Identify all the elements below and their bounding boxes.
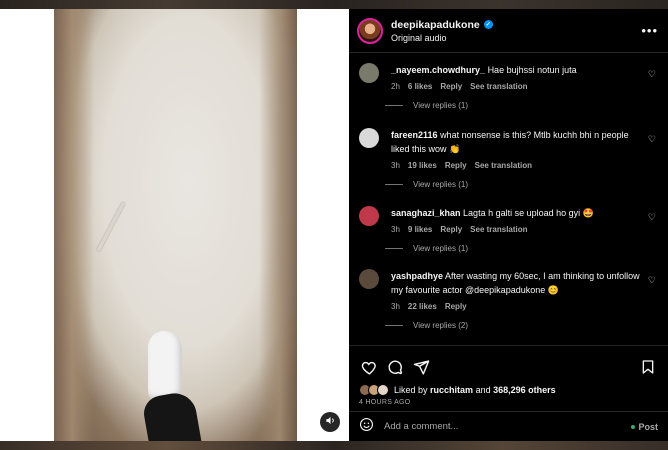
likes-summary: Liked by rucchitam and 368,296 others bbox=[359, 384, 658, 396]
background-collage-top bbox=[0, 0, 668, 9]
post-header: deepikapadukone ✓ Original audio ••• bbox=[349, 9, 668, 53]
comment-text: Lagta h galti se upload ho gyi 🤩 bbox=[463, 208, 594, 218]
comment-username[interactable]: fareen2116 bbox=[391, 130, 438, 140]
comment-age: 3h bbox=[391, 225, 400, 234]
post-modal: deepikapadukone ✓ Original audio ••• _na… bbox=[0, 9, 668, 441]
view-replies-button[interactable]: View replies (1) bbox=[385, 101, 662, 110]
like-comment-heart-icon[interactable]: ♡ bbox=[648, 69, 656, 80]
comment-age: 3h bbox=[391, 161, 400, 170]
likes-prefix: Liked by bbox=[394, 385, 428, 395]
view-replies-label: View replies (1) bbox=[413, 180, 468, 189]
liker-avatars bbox=[359, 384, 389, 396]
commenter-avatar[interactable] bbox=[359, 269, 379, 289]
see-translation-button[interactable]: See translation bbox=[475, 161, 532, 170]
comment-likes[interactable]: 22 likes bbox=[408, 302, 437, 311]
liker-username[interactable]: rucchitam bbox=[430, 385, 473, 395]
like-heart-icon[interactable] bbox=[359, 357, 379, 377]
comment-likes[interactable]: 19 likes bbox=[408, 161, 437, 170]
post-actions: Liked by rucchitam and 368,296 others 4 … bbox=[349, 345, 668, 406]
like-comment-heart-icon[interactable]: ♡ bbox=[648, 275, 656, 286]
comment-item: fareen2116 what nonsense is this? Mtlb k… bbox=[359, 128, 662, 189]
background-collage-bottom bbox=[0, 441, 668, 450]
likes-and: and bbox=[475, 385, 491, 395]
comment-username[interactable]: sanaghazi_khan bbox=[391, 208, 461, 218]
emoji-icon[interactable] bbox=[359, 417, 374, 437]
post-side-panel: deepikapadukone ✓ Original audio ••• _na… bbox=[349, 9, 668, 441]
reply-button[interactable]: Reply bbox=[445, 161, 467, 170]
reel-video[interactable] bbox=[54, 9, 297, 441]
view-replies-label: View replies (1) bbox=[413, 244, 468, 253]
reply-button[interactable]: Reply bbox=[440, 82, 462, 91]
more-options-icon[interactable]: ••• bbox=[641, 23, 658, 38]
comment-item: _nayeem.chowdhury_ Hae bujhssi notun jut… bbox=[359, 63, 662, 110]
post-label: Post bbox=[638, 421, 658, 432]
commenter-avatar[interactable] bbox=[359, 63, 379, 83]
view-replies-button[interactable]: View replies (1) bbox=[385, 180, 662, 189]
commenter-avatar[interactable] bbox=[359, 206, 379, 226]
author-avatar[interactable] bbox=[357, 17, 383, 44]
save-bookmark-icon[interactable] bbox=[638, 357, 658, 377]
likes-count[interactable]: 368,296 others bbox=[493, 385, 556, 395]
speaker-icon bbox=[325, 413, 336, 431]
view-replies-label: View replies (1) bbox=[413, 101, 468, 110]
view-replies-button[interactable]: View replies (2) bbox=[385, 321, 662, 330]
add-comment-bar: Post bbox=[349, 411, 668, 441]
share-send-icon[interactable] bbox=[411, 357, 431, 377]
see-translation-button[interactable]: See translation bbox=[470, 82, 527, 91]
audio-link[interactable]: Original audio bbox=[391, 33, 641, 43]
comment-likes[interactable]: 9 likes bbox=[408, 225, 432, 234]
like-comment-heart-icon[interactable]: ♡ bbox=[648, 134, 656, 145]
comment-age: 3h bbox=[391, 302, 400, 311]
comment-likes[interactable]: 6 likes bbox=[408, 82, 432, 91]
commenter-avatar[interactable] bbox=[359, 128, 379, 148]
comment-username[interactable]: _nayeem.chowdhury_ bbox=[391, 65, 485, 75]
comment-input[interactable] bbox=[384, 421, 632, 432]
comments-list: _nayeem.chowdhury_ Hae bujhssi notun jut… bbox=[349, 54, 668, 344]
post-timestamp[interactable]: 4 HOURS AGO bbox=[359, 399, 658, 406]
author-username[interactable]: deepikapadukone bbox=[391, 19, 480, 31]
media-container bbox=[0, 9, 349, 441]
comment-text: Hae bujhssi notun juta bbox=[487, 65, 577, 75]
mute-button[interactable] bbox=[320, 412, 340, 432]
view-replies-button[interactable]: View replies (1) bbox=[385, 244, 662, 253]
comment-item: yashpadhye After wasting my 60sec, I am … bbox=[359, 269, 662, 330]
sneaker bbox=[148, 331, 182, 401]
see-translation-button[interactable]: See translation bbox=[470, 225, 527, 234]
reply-button[interactable]: Reply bbox=[440, 225, 462, 234]
comment-age: 2h bbox=[391, 82, 400, 91]
comment-bubble-icon[interactable] bbox=[385, 357, 405, 377]
like-comment-heart-icon[interactable]: ♡ bbox=[648, 212, 656, 223]
view-replies-label: View replies (2) bbox=[413, 321, 468, 330]
comment-item: sanaghazi_khan Lagta h galti se upload h… bbox=[359, 206, 662, 253]
comment-username[interactable]: yashpadhye bbox=[391, 271, 443, 281]
verified-badge-icon: ✓ bbox=[483, 20, 493, 29]
status-dot-icon bbox=[631, 424, 636, 429]
reply-button[interactable]: Reply bbox=[445, 302, 467, 311]
post-comment-button[interactable]: Post bbox=[631, 422, 658, 432]
